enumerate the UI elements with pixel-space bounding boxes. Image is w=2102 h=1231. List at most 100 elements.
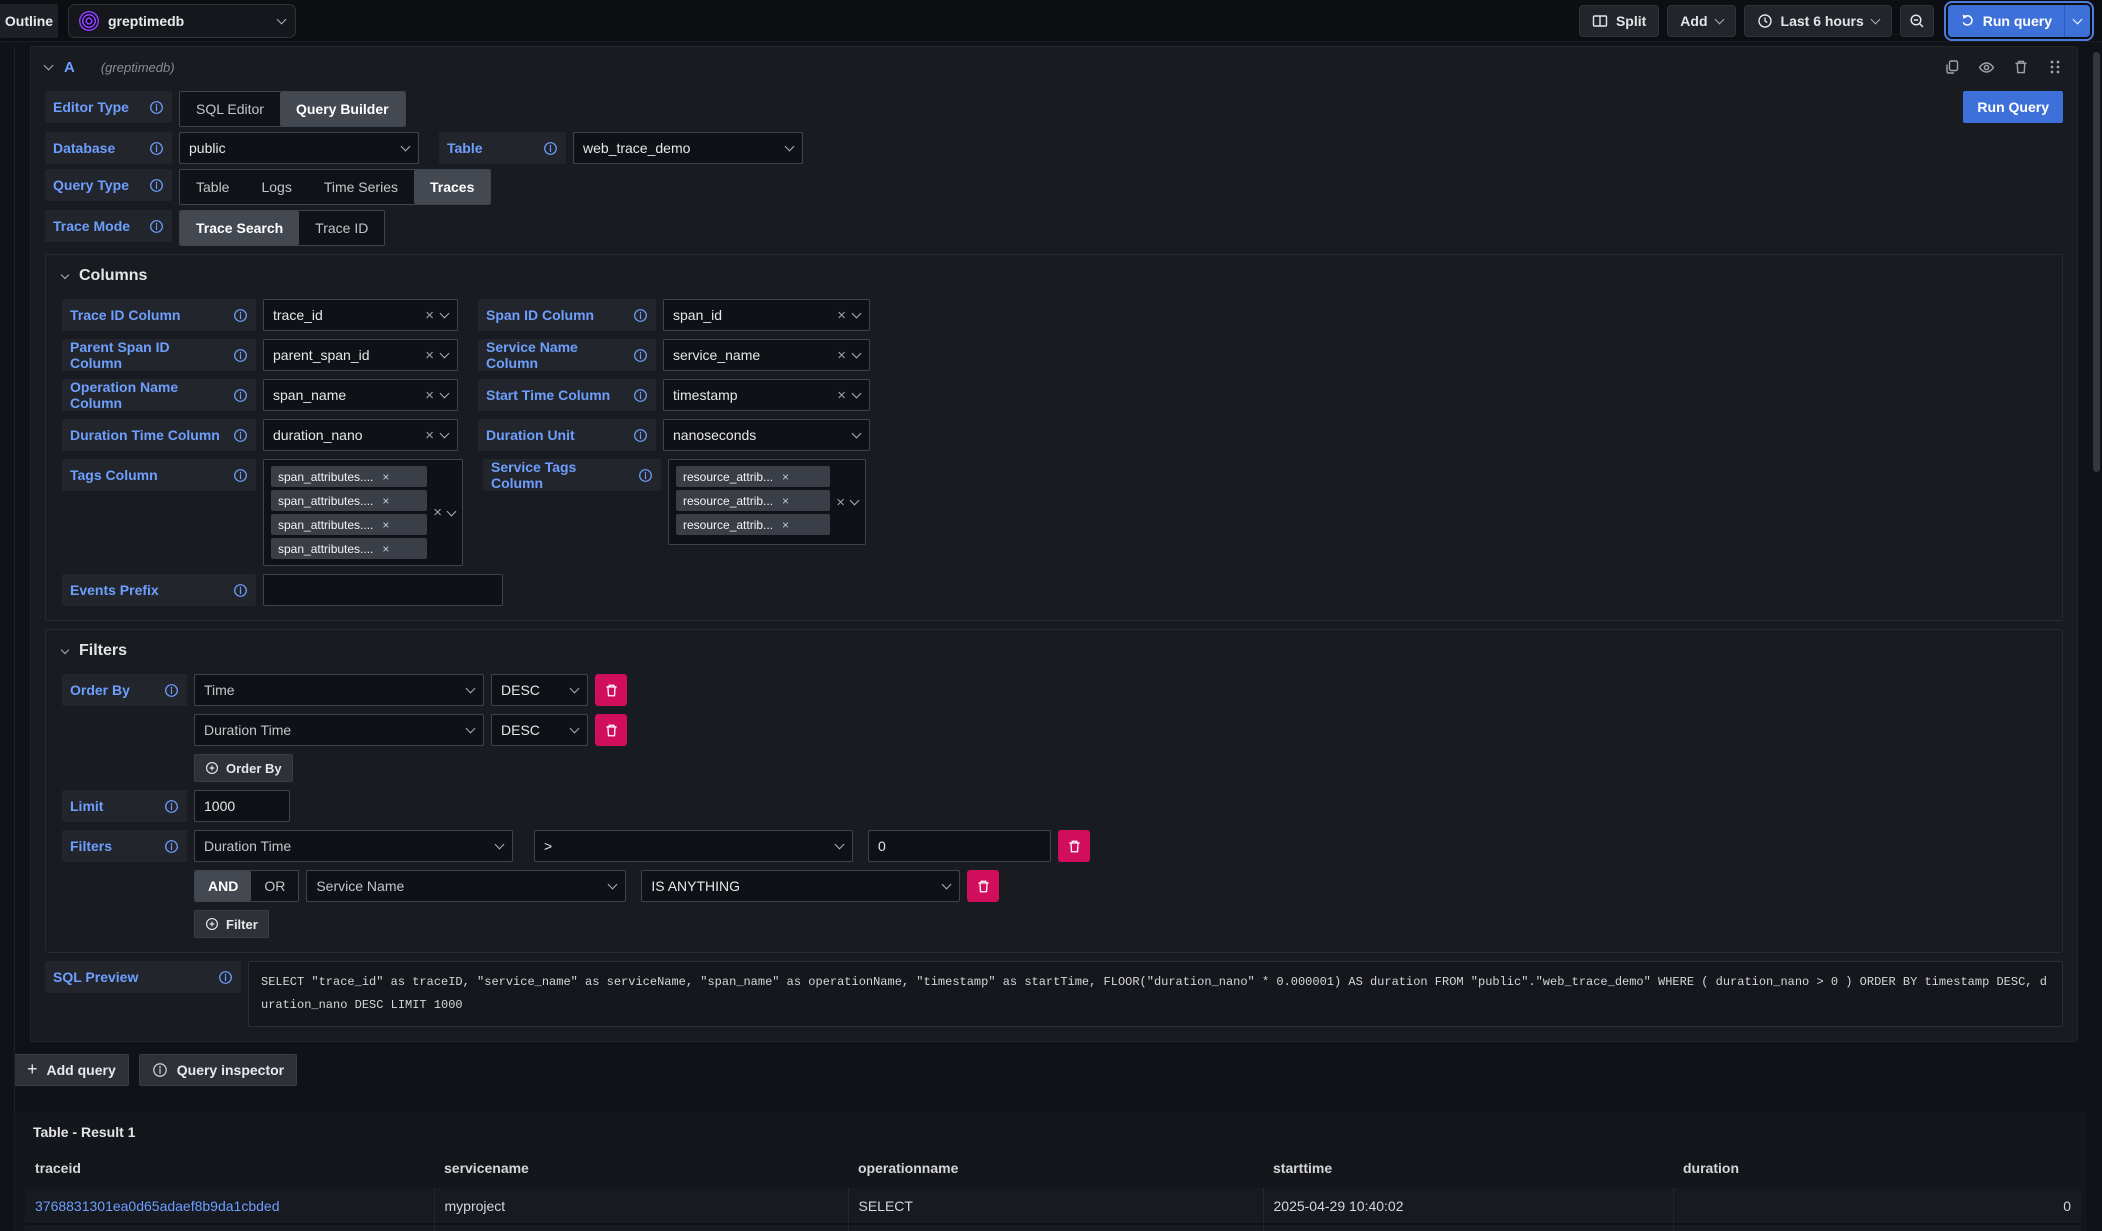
hide-query-eye-icon[interactable] bbox=[1978, 59, 1995, 76]
col-header-starttime[interactable]: starttime bbox=[1263, 1154, 1673, 1188]
remove-filter-button[interactable] bbox=[1058, 830, 1090, 862]
col-header-servicename[interactable]: servicename bbox=[434, 1154, 848, 1188]
run-query-dropdown-button[interactable] bbox=[2064, 5, 2090, 37]
clear-icon[interactable]: × bbox=[425, 388, 434, 403]
service-tag-chip[interactable]: resource_attrib...× bbox=[676, 514, 830, 535]
filter-value-input[interactable] bbox=[868, 830, 1051, 862]
trace-mode-id[interactable]: Trace ID bbox=[299, 211, 384, 245]
service-tag-chip[interactable]: resource_attrib...× bbox=[676, 490, 830, 511]
remove-chip-icon[interactable]: × bbox=[782, 471, 789, 483]
col-header-operationname[interactable]: operationname bbox=[848, 1154, 1263, 1188]
chevron-down-icon bbox=[852, 309, 862, 319]
duration-time-column-select[interactable]: duration_nano × bbox=[263, 419, 458, 451]
filters-section-header[interactable]: Filters bbox=[62, 642, 2046, 660]
col-header-traceid[interactable]: traceid bbox=[25, 1154, 434, 1188]
query-type-logs[interactable]: Logs bbox=[245, 170, 307, 204]
filter-logic-or[interactable]: OR bbox=[251, 871, 298, 901]
order-by-field-select[interactable]: Time bbox=[194, 674, 484, 706]
filter-operator-select[interactable]: > bbox=[534, 830, 853, 862]
order-by-direction-select[interactable]: DESC bbox=[491, 714, 588, 746]
clear-icon[interactable]: × bbox=[425, 308, 434, 323]
order-by-label: Order By bbox=[62, 674, 187, 706]
filter-operator-select[interactable]: IS ANYTHING bbox=[641, 870, 960, 902]
limit-input[interactable] bbox=[194, 790, 290, 822]
add-order-by-button[interactable]: Order By bbox=[194, 754, 293, 782]
datasource-name: greptimedb bbox=[108, 13, 269, 29]
time-range-picker[interactable]: Last 6 hours bbox=[1744, 5, 1892, 37]
run-query-button[interactable]: Run query bbox=[1948, 5, 2064, 37]
query-type-time-series[interactable]: Time Series bbox=[308, 170, 414, 204]
filter-logic-and[interactable]: AND bbox=[195, 871, 251, 901]
remove-chip-icon[interactable]: × bbox=[782, 519, 789, 531]
col-header-duration[interactable]: duration bbox=[1673, 1154, 2081, 1188]
split-button[interactable]: Split bbox=[1579, 5, 1659, 37]
editor-run-query-button[interactable]: Run Query bbox=[1963, 91, 2063, 123]
service-tag-chip[interactable]: resource_attrib...× bbox=[676, 466, 830, 487]
operation-name-column-select[interactable]: span_name × bbox=[263, 379, 458, 411]
tag-chip[interactable]: span_attributes....× bbox=[271, 490, 427, 511]
trace-id-link[interactable]: 3768831301ea0d65adaef8b9da1cbded bbox=[35, 1198, 279, 1214]
remove-order-by-button[interactable] bbox=[595, 714, 627, 746]
query-inspector-button[interactable]: Query inspector bbox=[139, 1054, 297, 1086]
duration-time-column-label: Duration Time Column bbox=[62, 419, 256, 451]
tag-chip[interactable]: span_attributes....× bbox=[271, 514, 427, 535]
remove-chip-icon[interactable]: × bbox=[382, 471, 389, 483]
filter-field-select[interactable]: Service Name bbox=[306, 870, 626, 902]
start-time-column-select[interactable]: timestamp × bbox=[663, 379, 870, 411]
limit-label: Limit bbox=[62, 790, 187, 822]
duration-unit-select[interactable]: nanoseconds bbox=[663, 419, 870, 451]
drag-handle-icon[interactable] bbox=[2047, 59, 2063, 75]
order-by-direction-select[interactable]: DESC bbox=[491, 674, 588, 706]
tag-chip[interactable]: span_attributes....× bbox=[271, 538, 427, 559]
tag-chip[interactable]: span_attributes....× bbox=[271, 466, 427, 487]
remove-order-by-button[interactable] bbox=[595, 674, 627, 706]
remove-chip-icon[interactable]: × bbox=[382, 519, 389, 531]
query-type-traces[interactable]: Traces bbox=[414, 170, 490, 204]
remove-chip-icon[interactable]: × bbox=[382, 495, 389, 507]
clear-icon[interactable]: × bbox=[425, 348, 434, 363]
add-query-button[interactable]: + Add query bbox=[14, 1054, 129, 1086]
outline-toggle[interactable]: Outline bbox=[0, 4, 58, 38]
clear-icon[interactable]: × bbox=[837, 388, 846, 403]
remove-filter-button[interactable] bbox=[967, 870, 999, 902]
zoom-out-time-button[interactable] bbox=[1900, 5, 1934, 37]
scrollbar-thumb[interactable] bbox=[2093, 52, 2100, 472]
span-id-column-select[interactable]: span_id × bbox=[663, 299, 870, 331]
clear-all-icon[interactable]: × bbox=[836, 495, 845, 510]
query-ref-id[interactable]: A bbox=[64, 59, 75, 76]
sql-editor-option[interactable]: SQL Editor bbox=[180, 92, 280, 126]
remove-query-trash-icon[interactable] bbox=[2013, 59, 2029, 75]
order-by-field-select[interactable]: Duration Time bbox=[194, 714, 484, 746]
filter-field-select[interactable]: Duration Time bbox=[194, 830, 513, 862]
editor-type-toggle: SQL Editor Query Builder bbox=[179, 91, 406, 127]
clear-icon[interactable]: × bbox=[425, 428, 434, 443]
service-tags-column-label: Service Tags Column bbox=[483, 459, 661, 491]
tags-column-multiselect[interactable]: span_attributes....× span_attributes....… bbox=[263, 459, 463, 566]
database-select[interactable]: public bbox=[179, 132, 419, 164]
query-type-table[interactable]: Table bbox=[180, 170, 245, 204]
info-icon bbox=[149, 178, 164, 193]
parent-span-id-column-select[interactable]: parent_span_id × bbox=[263, 339, 458, 371]
info-icon bbox=[233, 428, 248, 443]
collapse-chevron-icon[interactable] bbox=[44, 61, 54, 71]
duplicate-query-icon[interactable] bbox=[1944, 59, 1960, 75]
service-name-column-select[interactable]: service_name × bbox=[663, 339, 870, 371]
query-builder-option[interactable]: Query Builder bbox=[280, 92, 405, 126]
columns-section: Columns Trace ID Column trace_id × Span … bbox=[45, 254, 2063, 621]
table-select[interactable]: web_trace_demo bbox=[573, 132, 803, 164]
clear-icon[interactable]: × bbox=[837, 348, 846, 363]
events-prefix-input[interactable] bbox=[263, 574, 503, 606]
remove-chip-icon[interactable]: × bbox=[782, 495, 789, 507]
add-filter-button[interactable]: Filter bbox=[194, 910, 269, 938]
query-editor-panel: A (greptimedb) Editor Type SQL Editor Qu… bbox=[30, 46, 2078, 1042]
trace-id-column-select[interactable]: trace_id × bbox=[263, 299, 458, 331]
add-button[interactable]: Add bbox=[1667, 5, 1735, 37]
clear-icon[interactable]: × bbox=[837, 308, 846, 323]
remove-chip-icon[interactable]: × bbox=[382, 543, 389, 555]
datasource-picker[interactable]: greptimedb bbox=[68, 4, 296, 38]
service-tags-multiselect[interactable]: resource_attrib...× resource_attrib...× … bbox=[668, 459, 866, 545]
results-header-row: traceid servicename operationname startt… bbox=[25, 1154, 2081, 1188]
clear-all-icon[interactable]: × bbox=[433, 505, 442, 520]
columns-section-header[interactable]: Columns bbox=[62, 267, 2046, 285]
trace-mode-search[interactable]: Trace Search bbox=[180, 211, 299, 245]
